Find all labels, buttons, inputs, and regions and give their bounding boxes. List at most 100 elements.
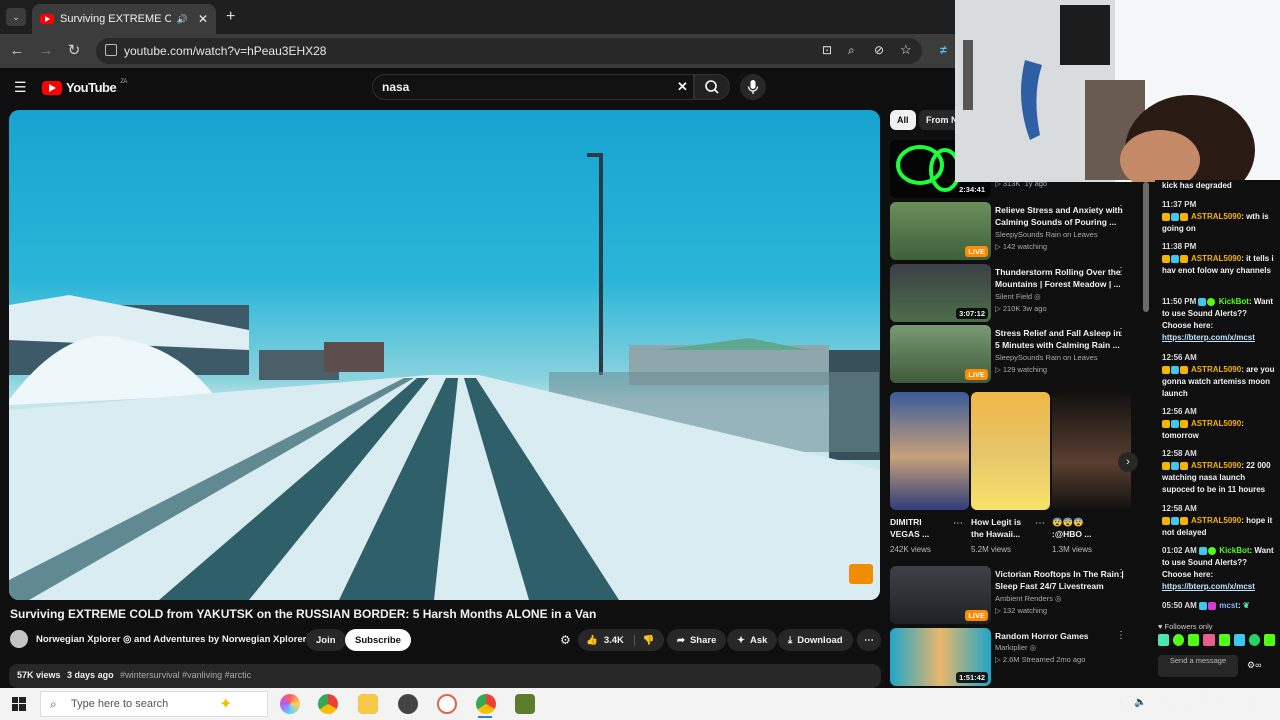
install-app-icon[interactable]: ⊡ <box>822 43 832 57</box>
hashtags[interactable]: #wintersurvival #vanliving #arctic <box>120 670 251 680</box>
video-thumbnail[interactable]: 3:07:12 <box>890 264 991 322</box>
language-indicator[interactable]: ENG <box>1157 698 1179 709</box>
chat-username: ASTRAL5090 <box>1190 461 1242 470</box>
chat-link[interactable]: https://bterp.com/x/mcst <box>1162 333 1255 342</box>
video-thumbnail[interactable]: 1:51:42 <box>890 628 991 686</box>
address-bar[interactable]: youtube.com/watch?v=hPeau3EHX28 ⊡ ⌕ ⊘ ☆ <box>96 38 922 64</box>
video-player[interactable] <box>9 110 880 600</box>
voice-search-button[interactable] <box>740 74 766 100</box>
speaker-icon[interactable]: 🔊 <box>177 14 188 25</box>
recommendation-title[interactable]: Thunderstorm Rolling Over the Mountains … <box>995 266 1125 290</box>
more-actions-button[interactable]: ⋯ <box>857 629 881 651</box>
emote-bar[interactable] <box>1158 634 1276 648</box>
browser-tab[interactable]: Surviving EXTREME COLD fr 🔊 ✕ <box>32 4 216 34</box>
webcam-overlay <box>955 0 1280 182</box>
chat-username: ASTRAL5090 <box>1190 254 1242 263</box>
shorts-next-icon[interactable]: › <box>1118 452 1138 472</box>
channel-name[interactable]: Norwegian Xplorer ◎ and Adventures by No… <box>36 634 306 645</box>
site-info-icon[interactable] <box>105 44 117 56</box>
recommendation-item[interactable]: LIVE Stress Relief and Fall Asleep in 5 … <box>890 325 1140 383</box>
close-tab-icon[interactable]: ✕ <box>198 12 208 26</box>
download-button[interactable]: ⤓ Download <box>778 629 853 651</box>
short-thumbnail[interactable] <box>971 392 1050 510</box>
duration-badge: 3:07:12 <box>956 308 988 319</box>
search-input[interactable]: nasa ✕ <box>372 74 694 100</box>
zoom-icon[interactable]: ⌕ <box>848 43 855 58</box>
recommendation-title[interactable]: Stress Relief and Fall Asleep in 5 Minut… <box>995 327 1125 351</box>
chrome-icon[interactable] <box>318 694 338 714</box>
ai-icon[interactable]: ⚙ <box>560 633 571 647</box>
short-thumbnail[interactable] <box>1052 392 1131 510</box>
more-options-icon[interactable]: ⋮ <box>1116 327 1126 338</box>
recommendation-item[interactable]: LIVE Victorian Rooftops In The Rain | Sl… <box>890 566 1140 624</box>
recommendation-title[interactable]: Relieve Stress and Anxiety with Calming … <box>995 204 1125 228</box>
back-icon[interactable]: ← <box>6 40 28 62</box>
description-box[interactable]: 57K views 3 days ago #wintersurvival #va… <box>9 664 881 688</box>
eye-off-icon[interactable]: ⊘ <box>874 43 884 57</box>
share-button[interactable]: ➦ Share <box>667 629 727 651</box>
clear-search-icon[interactable]: ✕ <box>677 79 688 95</box>
dislike-icon[interactable]: 👎 <box>633 634 655 646</box>
chat-message-input[interactable]: Send a message <box>1158 655 1238 677</box>
short-title[interactable]: How Legit is the Hawaii... <box>971 516 1033 540</box>
download-icon: ⤓ <box>788 634 793 646</box>
taskbar-search-input[interactable]: ⌕ Type here to search ✦ <box>40 691 268 717</box>
chat-link[interactable]: https://bterp.com/x/mcst <box>1162 582 1255 591</box>
recommendation-title[interactable]: Victorian Rooftops In The Rain | Sleep F… <box>995 568 1125 592</box>
rail-scrollbar[interactable] <box>1143 182 1149 312</box>
chat-settings-icon[interactable]: ⚙∞ <box>1247 660 1261 671</box>
like-count[interactable]: 3.4K <box>604 635 624 646</box>
chip-all[interactable]: All <box>890 110 916 130</box>
subscribe-button[interactable]: Subscribe <box>345 629 411 651</box>
more-options-icon[interactable]: ⋮ <box>1116 266 1126 277</box>
ask-button[interactable]: ✦ Ask <box>727 629 778 651</box>
join-button[interactable]: Join <box>306 629 346 651</box>
app-icon[interactable] <box>398 694 418 714</box>
tab-search-icon[interactable]: ⌄ <box>6 8 26 26</box>
clock[interactable]: 08:34 2026/04/01 <box>1188 691 1234 715</box>
recommendation-item[interactable]: LIVE Relieve Stress and Anxiety with Cal… <box>890 202 1140 260</box>
short-thumbnail[interactable] <box>890 392 969 510</box>
reload-icon[interactable]: ↻ <box>63 40 85 62</box>
recommendation-item[interactable]: 3:07:12 Thunderstorm Rolling Over the Mo… <box>890 264 1140 322</box>
bookmark-star-icon[interactable]: ☆ <box>900 42 912 58</box>
menu-icon[interactable]: ☰ <box>14 79 28 96</box>
battery-icon[interactable]: ▮ <box>1118 697 1124 708</box>
volume-icon[interactable]: 🔈 <box>1134 697 1146 708</box>
new-tab-icon[interactable]: + <box>226 8 235 26</box>
more-options-icon[interactable]: ⋮ <box>1116 568 1126 579</box>
extension-icon[interactable]: ≠ <box>940 43 954 57</box>
recommendation-title[interactable]: Random Horror Games <box>995 630 1125 642</box>
chrome-profile-icon[interactable] <box>476 694 496 714</box>
tray-chevron-icon[interactable]: ⌃ <box>1099 697 1107 708</box>
chat-message: 11:50 PM KickBot: Want to use Sound Aler… <box>1162 297 1274 342</box>
more-options-icon[interactable]: ⋮ <box>1116 630 1126 641</box>
webcam-frame <box>955 0 1280 182</box>
short-title[interactable]: DIMITRI VEGAS ... <box>890 516 950 540</box>
video-thumbnail[interactable]: LIVE <box>890 325 991 383</box>
more-options-icon[interactable]: ⋮ <box>1116 204 1126 215</box>
short-title[interactable]: 😨😨😨 :@HBO ... <box>1052 516 1114 540</box>
file-explorer-icon[interactable] <box>358 694 378 714</box>
like-icon[interactable]: 👍 <box>586 635 598 646</box>
snipping-tool-icon[interactable] <box>437 694 457 714</box>
notifications-icon[interactable]: ▤ <box>1247 696 1258 710</box>
youtube-logo[interactable]: YouTube ZA <box>42 79 127 95</box>
forward-icon[interactable]: → <box>35 40 57 62</box>
channel-avatar[interactable] <box>10 630 28 648</box>
search-button[interactable] <box>694 74 730 100</box>
recommendation-meta: Ambient Renders ◎ ▷ 132 watching <box>995 594 1062 615</box>
minecraft-icon[interactable] <box>515 694 535 714</box>
youtube-favicon-icon <box>40 14 54 24</box>
channel-watermark-icon[interactable] <box>849 564 873 584</box>
windows-start-icon[interactable] <box>12 697 26 711</box>
more-options-icon[interactable]: ⋯ <box>953 518 963 529</box>
more-options-icon[interactable]: ⋯ <box>1035 518 1045 529</box>
recommendation-item[interactable]: 1:51:42 Random Horror Games Markiplier ◎… <box>890 628 1140 686</box>
ask-label: Ask <box>749 634 768 646</box>
video-thumbnail[interactable]: LIVE <box>890 202 991 260</box>
copilot-icon[interactable] <box>280 694 300 714</box>
video-thumbnail[interactable]: LIVE <box>890 566 991 624</box>
search-highlight-icon[interactable]: ✦ <box>219 694 232 714</box>
short-views: 5.2M views <box>971 545 1012 554</box>
